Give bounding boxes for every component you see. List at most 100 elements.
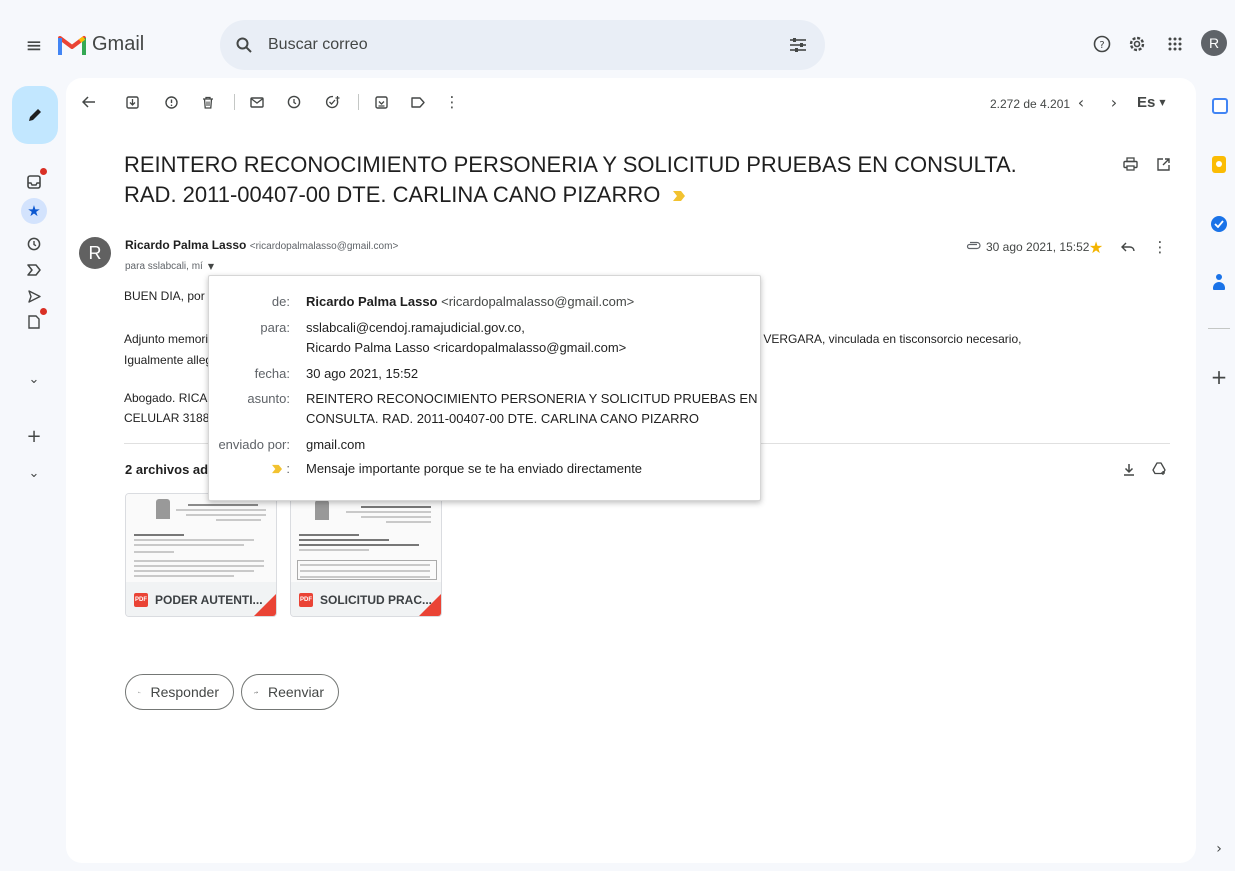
compose-button[interactable] [12, 86, 58, 144]
report-spam-icon[interactable] [160, 91, 182, 113]
drafts-unread-dot [40, 308, 47, 315]
reply-button-label: Responder [150, 684, 220, 700]
account-avatar-letter: R [1208, 35, 1220, 51]
recipient-line[interactable]: para sslabcali, mí ▼ [125, 261, 214, 272]
sender-avatar[interactable]: R [79, 237, 111, 269]
forward-icon [254, 690, 258, 694]
back-arrow-icon[interactable] [78, 91, 100, 113]
details-to-label: para: [260, 320, 290, 335]
add-to-tasks-icon[interactable] [321, 91, 343, 113]
importance-marker-icon [272, 464, 283, 473]
email-subject: REINTERO RECONOCIMIENTO PERSONERIA Y SOL… [124, 150, 1054, 210]
show-side-panel-chevron-icon[interactable]: › [1208, 838, 1230, 860]
attachment-1-name: PODER AUTENTI... [155, 593, 263, 607]
newer-chevron-icon[interactable]: ‹ [1070, 91, 1092, 113]
details-to-line-1: sslabcali@cendoj.ramajudicial.gov.co, [306, 320, 525, 335]
reply-icon [138, 691, 141, 693]
contacts-app-icon[interactable] [1212, 274, 1226, 290]
open-new-window-icon[interactable] [1152, 153, 1174, 175]
attachments-header: 2 archivos adju [125, 462, 220, 477]
tasks-app-icon[interactable] [1211, 216, 1227, 232]
attachment-1-seal-shape [156, 499, 170, 519]
nav-sent-icon[interactable] [22, 284, 46, 308]
language-dropdown-icon: ▼ [1159, 98, 1166, 107]
details-importance-colon: : [286, 461, 290, 476]
details-from-value: Ricardo Palma Lasso <ricardopalmalasso@g… [306, 294, 634, 309]
reply-button[interactable]: Responder [125, 674, 234, 710]
older-chevron-icon[interactable]: › [1103, 91, 1125, 113]
attachment-2-seal-shape [315, 500, 329, 520]
label-tag-icon[interactable] [407, 91, 429, 113]
keep-bulb-icon [1216, 161, 1222, 167]
attachment-card-2[interactable]: PDF SOLICITUD PRAC... [290, 493, 442, 617]
details-from-email: <ricardopalmalasso@gmail.com> [441, 294, 635, 309]
search-bar[interactable] [220, 20, 825, 70]
calendar-app-icon[interactable] [1212, 98, 1228, 114]
tasks-check-icon [1214, 220, 1224, 228]
details-to-line-2: Ricardo Palma Lasso <ricardopalmalasso@g… [306, 340, 627, 355]
nav-starred-selected[interactable]: ★ [21, 198, 47, 224]
side-panel-divider [1208, 328, 1230, 329]
forward-button-label: Reenviar [267, 684, 324, 700]
apps-grid-icon[interactable] [1164, 33, 1186, 55]
attachment-2-corner-fold [419, 594, 441, 616]
attachment-clip-icon [964, 237, 982, 253]
mark-unread-envelope-icon[interactable] [246, 91, 268, 113]
forward-button[interactable]: Reenviar [241, 674, 339, 710]
star-icon: ★ [27, 202, 41, 220]
body-line-4: Abogado. RICAR [124, 391, 217, 405]
email-date: 30 ago 2021, 15:52 [986, 240, 1090, 254]
nav-more-chevron-icon[interactable]: ⌄ [22, 367, 46, 391]
details-date-label: fecha: [254, 366, 290, 381]
star-filled-icon[interactable]: ★ [1086, 237, 1106, 257]
add-to-drive-icon[interactable] [1148, 458, 1170, 480]
attachment-card-1[interactable]: PDF PODER AUTENTI... [125, 493, 277, 617]
snooze-clock-icon[interactable] [283, 91, 305, 113]
message-more-vertical-icon[interactable]: ⋮ [1150, 237, 1170, 257]
body-line-1: BUEN DIA, por fa [124, 289, 219, 303]
pdf-file-icon: PDF [134, 593, 148, 607]
move-to-icon[interactable] [370, 91, 392, 113]
svg-text:?: ? [1099, 40, 1104, 51]
details-date-value: 30 ago 2021, 15:52 [306, 366, 419, 381]
details-subject-label: asunto: [247, 391, 290, 406]
body-line-3: Igualmente allege [124, 353, 219, 367]
message-counter: 2.272 de 4.201 [990, 97, 1071, 111]
important-marker-icon[interactable] [672, 190, 686, 202]
message-details-popup: de: Ricardo Palma Lasso <ricardopalmalas… [208, 275, 761, 501]
attachment-2-name: SOLICITUD PRAC... [320, 593, 433, 607]
keep-app-icon[interactable] [1212, 156, 1226, 173]
gmail-logo[interactable]: Gmail [58, 33, 144, 56]
contacts-person-icon [1216, 274, 1222, 280]
main-menu-icon[interactable]: ≡ [20, 31, 48, 59]
search-icon[interactable] [232, 33, 256, 57]
reply-arrow-icon[interactable] [1118, 237, 1138, 257]
delete-trash-icon[interactable] [197, 91, 219, 113]
input-tools-language[interactable]: Es ▼ [1137, 94, 1166, 111]
details-from-name: Ricardo Palma Lasso [306, 294, 438, 309]
recipient-summary: para sslabcali, mí [125, 261, 203, 272]
details-importance-label: : [271, 461, 290, 476]
sender-line: Ricardo Palma Lasso <ricardopalmalasso@g… [125, 238, 398, 252]
details-subject-line-2: CONSULTA. RAD. 2011-00407-00 DTE. CARLIN… [306, 411, 700, 426]
body-line-5: CELULAR 31887 [124, 411, 217, 425]
more-vertical-icon[interactable]: ⋮ [441, 91, 463, 113]
nav-snoozed-clock-icon[interactable] [22, 232, 46, 256]
nav-add-label-icon[interactable]: + [22, 424, 46, 448]
help-icon[interactable]: ? [1091, 33, 1113, 55]
archive-icon[interactable] [121, 91, 143, 113]
nav-labels-chevron-icon[interactable]: ⌄ [22, 461, 46, 485]
download-all-icon[interactable] [1118, 458, 1140, 480]
show-details-dropdown-icon[interactable]: ▼ [208, 262, 214, 271]
settings-gear-icon[interactable] [1126, 33, 1148, 55]
print-icon[interactable] [1119, 153, 1141, 175]
search-input[interactable] [268, 34, 748, 56]
add-addon-icon[interactable]: + [1208, 365, 1230, 389]
email-subject-text: REINTERO RECONOCIMIENTO PERSONERIA Y SOL… [124, 152, 1017, 207]
contacts-body-shape [1213, 282, 1225, 290]
account-avatar[interactable]: R [1201, 30, 1227, 56]
body-line-2-end: ) VERGARA, vinculada en tisconsorcio nec… [756, 332, 1022, 346]
sender-name[interactable]: Ricardo Palma Lasso [125, 238, 246, 252]
search-options-icon[interactable] [786, 33, 810, 57]
nav-important-icon[interactable] [22, 258, 46, 282]
